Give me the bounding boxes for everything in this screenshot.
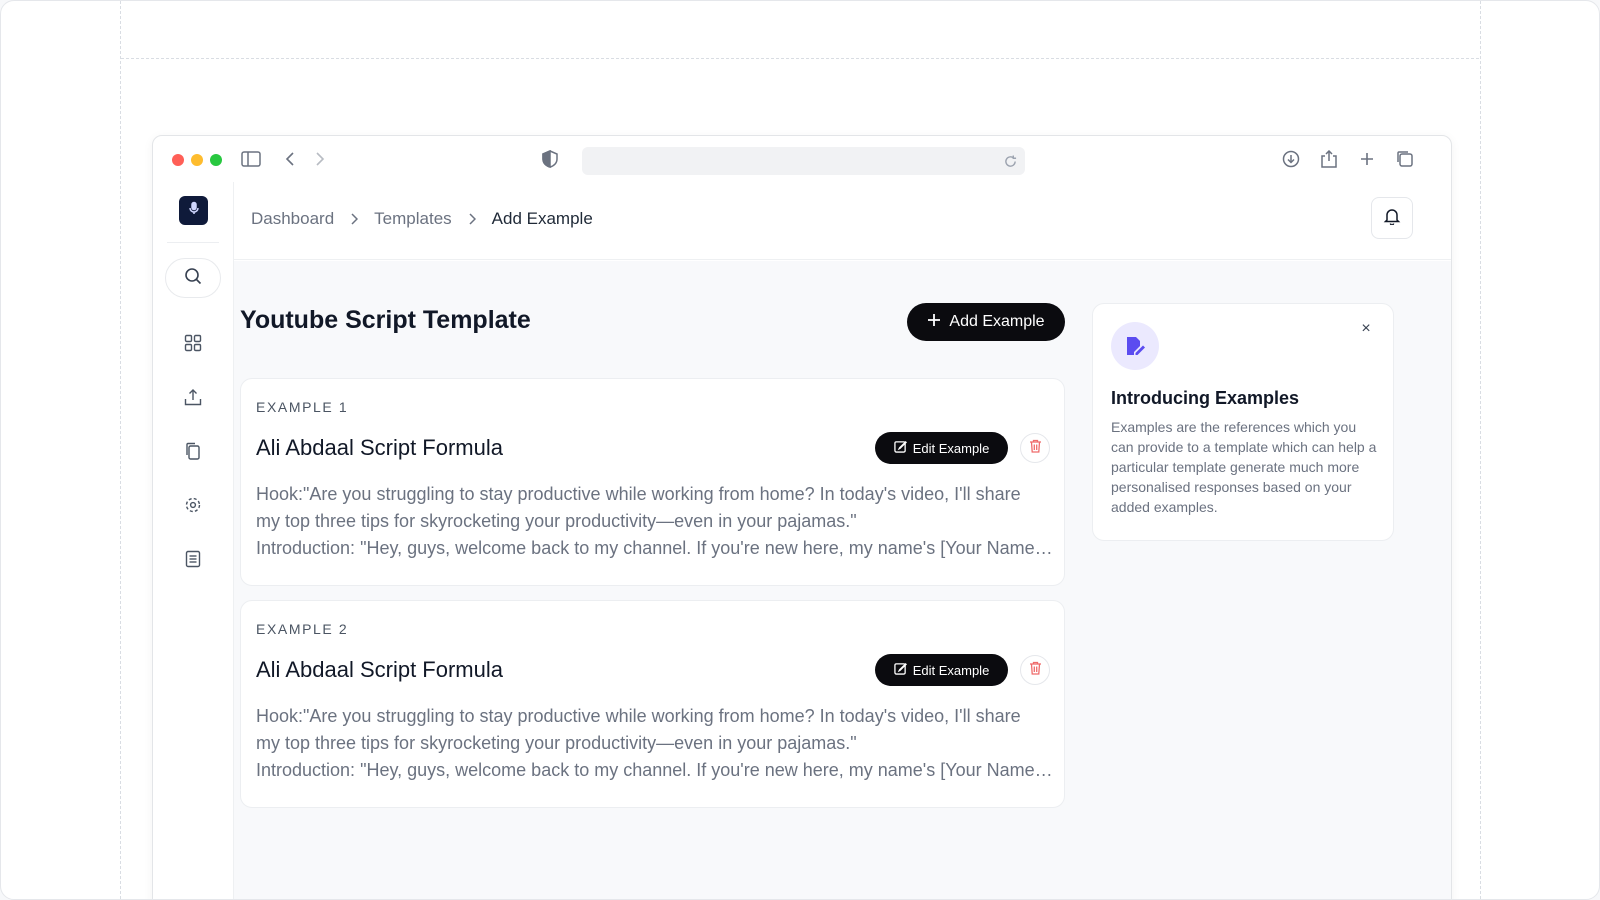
breadcrumb: Dashboard Templates Add Example bbox=[251, 209, 593, 229]
document-icon[interactable] bbox=[181, 547, 205, 571]
search-icon bbox=[184, 267, 202, 290]
delete-example-button[interactable] bbox=[1020, 655, 1050, 685]
breadcrumb-dashboard[interactable]: Dashboard bbox=[251, 209, 334, 229]
add-example-button[interactable]: Add Example bbox=[907, 303, 1065, 341]
guide-line-top bbox=[121, 58, 1479, 59]
add-example-label: Add Example bbox=[949, 313, 1045, 330]
guide-line-left bbox=[120, 1, 121, 899]
upload-icon[interactable] bbox=[181, 385, 205, 409]
example-title: Ali Abdaal Script Formula bbox=[256, 657, 503, 682]
breadcrumb-add-example: Add Example bbox=[491, 209, 593, 228]
app-sidebar bbox=[153, 182, 234, 899]
page-title: Youtube Script Template bbox=[240, 306, 531, 334]
back-icon[interactable] bbox=[278, 147, 302, 171]
shield-icon[interactable] bbox=[538, 147, 562, 171]
example-body: Hook:"Are you struggling to stay product… bbox=[256, 481, 1056, 562]
edit-icon bbox=[893, 662, 907, 678]
edit-example-button[interactable]: Edit Example bbox=[875, 654, 1008, 686]
download-icon[interactable] bbox=[1279, 147, 1303, 171]
sidebar-search-button[interactable] bbox=[165, 258, 221, 298]
app-header: Dashboard Templates Add Example bbox=[234, 182, 1451, 260]
example-card: EXAMPLE 1 Ali Abdaal Script Formula Edit… bbox=[240, 378, 1065, 586]
example-label: EXAMPLE 2 bbox=[256, 621, 349, 637]
introducing-examples-panel: × Introducing Examples Examples are the … bbox=[1092, 303, 1394, 541]
example-label: EXAMPLE 1 bbox=[256, 399, 349, 415]
trash-icon bbox=[1029, 439, 1042, 458]
example-body: Hook:"Are you struggling to stay product… bbox=[256, 703, 1056, 784]
example-body-line: my top three tips for skyrocketing your … bbox=[256, 511, 857, 531]
delete-example-button[interactable] bbox=[1020, 433, 1050, 463]
close-window-button[interactable] bbox=[172, 154, 184, 166]
example-body-line: Hook:"Are you struggling to stay product… bbox=[256, 706, 1021, 726]
example-body-line: Introduction: "Hey, guys, welcome back t… bbox=[256, 760, 1056, 780]
grid-icon[interactable] bbox=[181, 331, 205, 355]
tabs-icon[interactable] bbox=[1393, 147, 1417, 171]
outer-frame: Dashboard Templates Add Example Youtube … bbox=[0, 0, 1600, 900]
trash-icon bbox=[1029, 661, 1042, 680]
notifications-button[interactable] bbox=[1371, 197, 1413, 239]
example-body-line: Hook:"Are you struggling to stay product… bbox=[256, 484, 1021, 504]
panel-title: Introducing Examples bbox=[1111, 388, 1300, 408]
guide-line-right bbox=[1480, 1, 1481, 899]
maximize-window-button[interactable] bbox=[210, 154, 222, 166]
app-logo[interactable] bbox=[179, 196, 208, 225]
breadcrumb-templates[interactable]: Templates bbox=[374, 209, 451, 229]
copy-icon[interactable] bbox=[181, 439, 205, 463]
address-bar[interactable] bbox=[582, 147, 1025, 175]
example-title: Ali Abdaal Script Formula bbox=[256, 435, 503, 460]
edit-example-label: Edit Example bbox=[912, 662, 990, 678]
forward-icon[interactable] bbox=[308, 147, 332, 171]
sidebar-divider bbox=[167, 242, 219, 243]
edit-example-label: Edit Example bbox=[912, 440, 990, 456]
main-content: Youtube Script Template Add Example EXAM… bbox=[234, 261, 1451, 899]
bell-icon bbox=[1383, 207, 1401, 230]
close-panel-button[interactable]: × bbox=[1357, 320, 1375, 338]
minimize-window-button[interactable] bbox=[191, 154, 203, 166]
edit-example-button[interactable]: Edit Example bbox=[875, 432, 1008, 464]
chevron-right-icon bbox=[468, 213, 476, 225]
example-body-line: Introduction: "Hey, guys, welcome back t… bbox=[256, 538, 1056, 558]
browser-titlebar bbox=[153, 136, 1451, 182]
edit-document-icon bbox=[1111, 322, 1159, 370]
example-card: EXAMPLE 2 Ali Abdaal Script Formula Edit… bbox=[240, 600, 1065, 808]
chevron-right-icon bbox=[350, 213, 359, 225]
reload-icon[interactable] bbox=[1001, 152, 1019, 170]
new-tab-icon[interactable] bbox=[1355, 147, 1379, 171]
browser-window: Dashboard Templates Add Example Youtube … bbox=[152, 135, 1452, 899]
edit-icon bbox=[893, 440, 907, 456]
microphone-icon bbox=[187, 201, 201, 220]
share-icon[interactable] bbox=[1317, 147, 1341, 171]
settings-icon[interactable] bbox=[181, 493, 205, 517]
sidebar-toggle-icon[interactable] bbox=[239, 147, 263, 171]
plus-icon bbox=[927, 313, 941, 332]
panel-description: Examples are the references which you ca… bbox=[1111, 419, 1377, 515]
example-body-line: my top three tips for skyrocketing your … bbox=[256, 733, 857, 753]
